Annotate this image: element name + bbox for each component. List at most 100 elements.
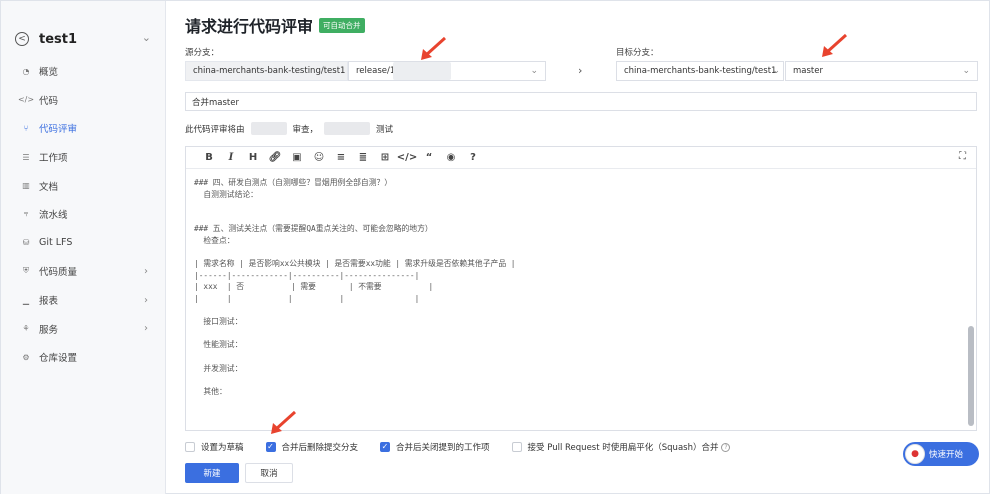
sidebar-item[interactable]: ⫧ 流水线 bbox=[1, 200, 166, 229]
pipeline-icon: ⫧ bbox=[23, 209, 29, 219]
source-repo-field: china-merchants-bank-testing/test1 bbox=[185, 61, 348, 81]
help-icon[interactable]: ? bbox=[462, 150, 484, 166]
merge-option[interactable]: ✓ 合并后关闭提到的工作项 bbox=[380, 441, 490, 453]
sidebar-item[interactable]: ▁ 报表 › bbox=[1, 286, 166, 315]
target-branch-label: 目标分支： bbox=[616, 48, 659, 58]
pr-title-input[interactable]: 合并master bbox=[185, 92, 977, 111]
redacted-blur bbox=[393, 62, 452, 80]
sidebar-item-label: 流水线 bbox=[39, 210, 68, 222]
annotation-arrow-icon bbox=[271, 410, 297, 434]
gauge-icon: ◔ bbox=[22, 66, 30, 76]
chart-icon: ▁ bbox=[22, 295, 30, 305]
chevron-down-icon: ⌄ bbox=[962, 66, 970, 76]
reviewer-prefix: 此代码评审将由 bbox=[185, 124, 245, 135]
sidebar-item-label: 报表 bbox=[39, 296, 59, 308]
arrow-right-icon: › bbox=[578, 64, 583, 77]
title-row: 请求进行代码评审 可自动合并 bbox=[185, 13, 365, 37]
scrollbar-thumb[interactable] bbox=[968, 326, 974, 426]
source-branch-select[interactable]: release/1 ⌄ bbox=[348, 61, 546, 81]
source-branch-value: release/1 bbox=[356, 66, 396, 76]
sidebar-item[interactable]: ▥ 文档 bbox=[1, 171, 166, 200]
merge-option[interactable]: 接受 Pull Request 时使用扁平化（Squash）合并? bbox=[511, 441, 731, 453]
sidebar-item-label: 仓库设置 bbox=[39, 353, 78, 365]
app-window: < test1 ⌄ ◔ 概览 </> 代码 ⑂ 代码评审 ☰ 工作项 ▥ 文档 ⫧ 流水线 ⛁ Git L… bbox=[0, 0, 990, 494]
checkbox[interactable]: ✓ bbox=[265, 442, 276, 452]
annotation-arrow-icon bbox=[822, 33, 848, 57]
main-content: 请求进行代码评审 可自动合并 源分支： china-merchants-bank… bbox=[167, 1, 990, 494]
link-icon[interactable]: 🔗︎ bbox=[264, 150, 286, 166]
sidebar-item[interactable]: ⛨ 代码质量 › bbox=[1, 257, 166, 286]
checkbox-label: 接受 Pull Request 时使用扁平化（Squash）合并 bbox=[527, 443, 719, 453]
sidebar-item-label: 代码 bbox=[39, 95, 59, 107]
merge-options: 设置为草稿 ✓ 合并后删除提交分支 ✓ 合并后关闭提到的工作项 接受 Pull Reque… bbox=[185, 440, 752, 454]
image-icon[interactable]: ▣ bbox=[286, 150, 308, 166]
bold-icon[interactable]: B bbox=[198, 150, 220, 166]
help-icon[interactable]: ? bbox=[721, 442, 731, 452]
repo-header[interactable]: < test1 ⌄ bbox=[15, 29, 155, 49]
editor-scrollbar[interactable] bbox=[968, 171, 974, 429]
redacted-blur bbox=[250, 122, 287, 135]
editor-toolbar: B I H 🔗︎ ▣ ☺ ≡ ≣ ⊞ </> “ ◉ ? ⛶ bbox=[186, 147, 976, 169]
sidebar-item[interactable]: ⚘ 服务 › bbox=[1, 314, 166, 343]
sidebar-item-label: 代码评审 bbox=[39, 124, 78, 136]
gear-icon: ⚙ bbox=[22, 352, 30, 362]
target-repo-select[interactable]: china-merchants-bank-testing/test1 ⌄ bbox=[616, 61, 784, 81]
checkbox[interactable] bbox=[511, 442, 522, 452]
italic-icon[interactable]: I bbox=[220, 150, 242, 166]
sidebar: < test1 ⌄ ◔ 概览 </> 代码 ⑂ 代码评审 ☰ 工作项 ▥ 文档 ⫧ 流水线 ⛁ Git L… bbox=[1, 1, 166, 494]
sidebar-item[interactable]: ⚙ 仓库设置 bbox=[1, 343, 166, 372]
checkbox[interactable] bbox=[185, 442, 195, 452]
list-icon: ☰ bbox=[22, 152, 30, 162]
pull-request-icon: ⑂ bbox=[23, 123, 29, 133]
shield-icon: ⛨ bbox=[23, 266, 29, 276]
merge-option[interactable]: ✓ 合并后删除提交分支 bbox=[265, 441, 359, 453]
chevron-down-icon: ⌄ bbox=[772, 66, 780, 76]
quick-start-button[interactable]: ● 快速开始 bbox=[903, 442, 979, 466]
create-button[interactable]: 新建 bbox=[185, 463, 239, 483]
reviewer-suffix: 测试 bbox=[376, 124, 394, 135]
preview-eye-icon[interactable]: ◉ bbox=[440, 150, 462, 166]
page-title: 请求进行代码评审 bbox=[185, 17, 314, 36]
editor-content[interactable]: ### 四、研发自测点（自测哪些？冒烟用例全部自测？） 自测测试结论： ### … bbox=[194, 177, 964, 427]
target-repo-value: china-merchants-bank-testing/test1 bbox=[624, 66, 777, 76]
code-icon: </> bbox=[17, 95, 35, 105]
chevron-right-icon: › bbox=[144, 323, 148, 335]
checkbox-label: 设置为草稿 bbox=[201, 443, 244, 453]
quote-icon[interactable]: “ bbox=[418, 150, 440, 166]
quick-start-label: 快速开始 bbox=[929, 450, 964, 460]
service-icon: ⚘ bbox=[22, 324, 30, 334]
sidebar-item[interactable]: ⛁ Git LFS bbox=[1, 229, 166, 258]
heading-icon[interactable]: H bbox=[242, 150, 264, 166]
sidebar-item[interactable]: ☰ 工作项 bbox=[1, 143, 166, 172]
checkbox[interactable]: ✓ bbox=[380, 442, 391, 452]
reviewer-info: 此代码评审将由 审查， 测试 bbox=[185, 122, 393, 135]
emoji-icon[interactable]: ☺ bbox=[308, 150, 330, 166]
source-branch-label: 源分支： bbox=[185, 48, 220, 58]
table-icon[interactable]: ⊞ bbox=[374, 150, 396, 166]
sidebar-item-label: 服务 bbox=[39, 324, 59, 336]
checkbox-label: 合并后关闭提到的工作项 bbox=[396, 443, 490, 453]
mergeable-badge: 可自动合并 bbox=[319, 17, 365, 33]
chevron-down-icon: ⌄ bbox=[530, 66, 538, 76]
checkbox-label: 合并后删除提交分支 bbox=[281, 443, 359, 453]
sidebar-item[interactable]: ⑂ 代码评审 bbox=[1, 114, 166, 143]
chevron-down-icon[interactable]: ⌄ bbox=[142, 31, 151, 44]
merge-option[interactable]: 设置为草稿 bbox=[185, 441, 244, 453]
code-icon[interactable]: </> bbox=[396, 150, 418, 166]
sidebar-item-label: 代码质量 bbox=[39, 267, 78, 279]
chevron-right-icon: › bbox=[144, 265, 148, 277]
sidebar-item-label: 工作项 bbox=[39, 153, 68, 165]
cancel-button[interactable]: 取消 bbox=[245, 463, 293, 483]
sidebar-item[interactable]: ◔ 概览 bbox=[1, 57, 166, 86]
database-icon: ⛁ bbox=[22, 238, 30, 248]
target-branch-select[interactable]: master ⌄ bbox=[785, 61, 978, 81]
bullet-list-icon[interactable]: ≡ bbox=[330, 150, 352, 166]
target-branch-value: master bbox=[793, 66, 823, 76]
fullscreen-icon[interactable]: ⛶ bbox=[959, 151, 966, 162]
repo-name: test1 bbox=[39, 31, 78, 47]
sidebar-item[interactable]: </> 代码 bbox=[1, 86, 166, 115]
back-icon[interactable]: < bbox=[15, 32, 29, 46]
description-editor: B I H 🔗︎ ▣ ☺ ≡ ≣ ⊞ </> “ ◉ ? ⛶ ### 四、研发自… bbox=[185, 146, 977, 431]
numbered-list-icon[interactable]: ≣ bbox=[352, 150, 374, 166]
sidebar-item-label: 概览 bbox=[39, 67, 59, 79]
